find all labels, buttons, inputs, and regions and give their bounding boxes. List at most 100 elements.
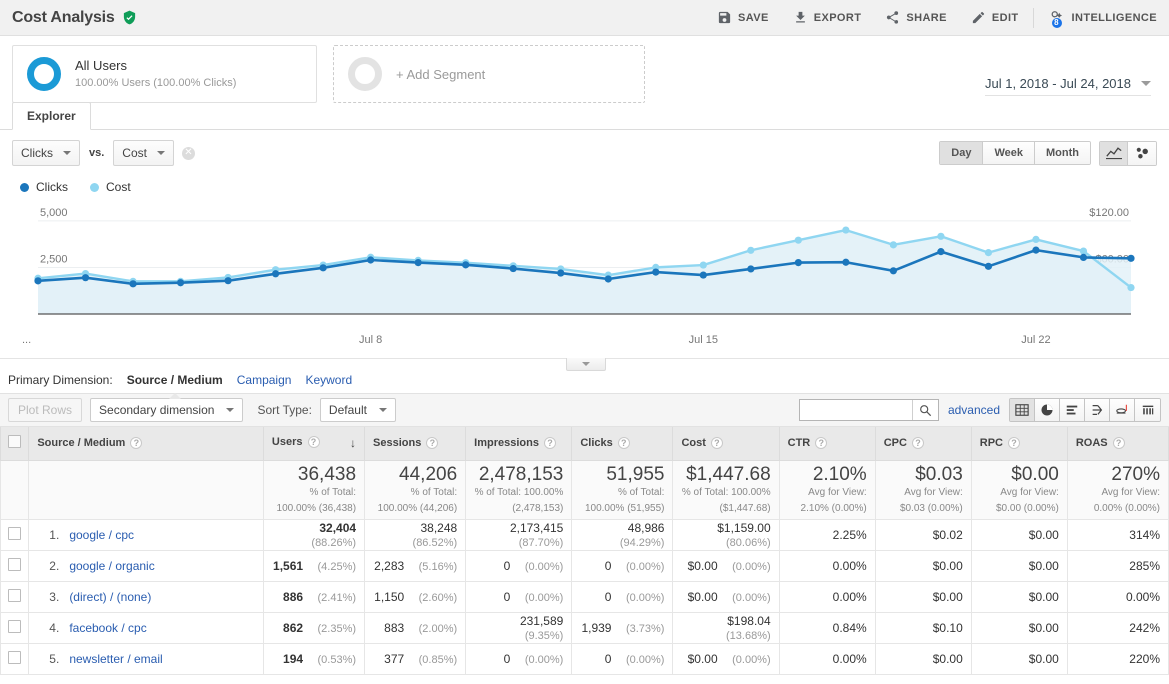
comparison-view-icon[interactable] xyxy=(1110,399,1135,421)
row-cost-cell: $0.00(0.00%) xyxy=(673,551,779,582)
pie-view-icon[interactable] xyxy=(1035,399,1060,421)
date-range-picker[interactable]: Jul 1, 2018 - Jul 24, 2018 xyxy=(985,76,1151,96)
row-impressions-pct: (87.70%) xyxy=(515,537,563,549)
source-medium-link[interactable]: google / organic xyxy=(69,559,154,573)
add-segment-button[interactable]: + Add Segment xyxy=(333,45,645,103)
help-icon[interactable]: ? xyxy=(544,437,556,449)
metric-selector-row: Clicks vs. Cost ✕ Day Week Month xyxy=(0,130,1169,176)
col-header-clicks[interactable]: Clicks? xyxy=(572,427,673,460)
sort-type-dropdown[interactable]: Default xyxy=(320,398,396,422)
motion-chart-icon[interactable] xyxy=(1128,142,1156,165)
advanced-link[interactable]: advanced xyxy=(948,403,1000,417)
granularity-day[interactable]: Day xyxy=(940,142,983,164)
primary-dimension-source-medium[interactable]: Source / Medium xyxy=(127,373,223,387)
row-checkbox[interactable] xyxy=(8,589,21,602)
row-checkbox-cell[interactable] xyxy=(1,520,29,551)
row-checkbox[interactable] xyxy=(8,527,21,540)
secondary-dimension-dropdown[interactable]: Secondary dimension xyxy=(90,398,243,422)
timeline-chart[interactable]: 2,5005,000$60.00$120.00 xyxy=(18,202,1151,332)
col-header-sessions[interactable]: Sessions? xyxy=(365,427,466,460)
row-checkbox-cell[interactable] xyxy=(1,644,29,675)
totals-ctr-cell: 2.10% Avg for View: 2.10% (0.00%) xyxy=(779,460,875,520)
totals-ctr-sub1: Avg for View: xyxy=(788,487,867,500)
save-button[interactable]: SAVE xyxy=(705,0,781,35)
row-checkbox[interactable] xyxy=(8,558,21,571)
col-header-roas[interactable]: ROAS? xyxy=(1067,427,1168,460)
help-icon[interactable]: ? xyxy=(711,437,723,449)
col-header-rpc[interactable]: RPC? xyxy=(971,427,1067,460)
collapse-chevron-icon[interactable] xyxy=(566,358,606,371)
select-all-checkbox[interactable] xyxy=(8,435,21,448)
search-box[interactable] xyxy=(799,399,939,421)
row-impressions-pct: (9.35%) xyxy=(515,630,563,642)
col-header-cpc[interactable]: CPC? xyxy=(875,427,971,460)
row-source-cell: 2.google / organic xyxy=(29,551,264,582)
source-medium-link[interactable]: google / cpc xyxy=(69,528,134,542)
col-header-source-medium[interactable]: Source / Medium? xyxy=(29,427,264,460)
totals-rpc-cell: $0.00 Avg for View: $0.00 (0.00%) xyxy=(971,460,1067,520)
row-ctr-cell: 0.00% xyxy=(779,582,875,613)
table-row[interactable]: 3.(direct) / (none)886(2.41%)1,150(2.60%… xyxy=(1,582,1169,613)
share-button[interactable]: SHARE xyxy=(873,0,959,35)
table-row[interactable]: 5.newsletter / email194(0.53%)377(0.85%)… xyxy=(1,644,1169,675)
remove-metric-icon[interactable]: ✕ xyxy=(182,147,195,160)
primary-dimension-campaign[interactable]: Campaign xyxy=(237,373,292,387)
col-header-impressions[interactable]: Impressions? xyxy=(466,427,572,460)
bar-view-icon[interactable] xyxy=(1060,399,1085,421)
help-icon[interactable]: ? xyxy=(618,437,630,449)
primary-dimension-keyword[interactable]: Keyword xyxy=(305,373,352,387)
row-checkbox[interactable] xyxy=(8,620,21,633)
table-row[interactable]: 1.google / cpc32,404(88.26%)38,248(86.52… xyxy=(1,520,1169,551)
pivot-view-icon[interactable] xyxy=(1135,399,1160,421)
edit-button[interactable]: EDIT xyxy=(959,0,1031,35)
tab-explorer[interactable]: Explorer xyxy=(12,102,91,130)
export-button[interactable]: EXPORT xyxy=(781,0,874,35)
source-medium-link[interactable]: (direct) / (none) xyxy=(69,590,151,604)
metric-2-dropdown[interactable]: Cost xyxy=(113,140,174,166)
share-icon xyxy=(885,10,900,25)
col-header-ctr[interactable]: CTR? xyxy=(779,427,875,460)
row-sessions-pct: (2.60%) xyxy=(409,592,457,604)
share-label: SHARE xyxy=(906,12,947,24)
search-input[interactable] xyxy=(800,400,912,420)
row-users-cell: 862(2.35%) xyxy=(263,613,364,644)
row-checkbox-cell[interactable] xyxy=(1,551,29,582)
help-icon[interactable]: ? xyxy=(1008,437,1020,449)
source-medium-link[interactable]: facebook / cpc xyxy=(69,621,146,635)
select-all-header[interactable] xyxy=(1,427,29,460)
table-view-icon[interactable] xyxy=(1010,399,1035,421)
table-row[interactable]: 4.facebook / cpc862(2.35%)883(2.00%)231,… xyxy=(1,613,1169,644)
help-icon[interactable]: ? xyxy=(426,437,438,449)
row-impressions-cell: 0(0.00%) xyxy=(466,551,572,582)
legend-item-cost[interactable]: Cost xyxy=(90,180,131,194)
row-cost-value: $0.00 xyxy=(688,590,718,604)
row-users-pct: (2.35%) xyxy=(308,623,356,635)
row-checkbox[interactable] xyxy=(8,651,21,664)
col-header-cost[interactable]: Cost? xyxy=(673,427,779,460)
row-checkbox-cell[interactable] xyxy=(1,613,29,644)
line-chart-icon[interactable] xyxy=(1100,142,1128,165)
intelligence-button[interactable]: 8 INTELLIGENCE xyxy=(1036,0,1169,35)
help-icon[interactable]: ? xyxy=(308,436,320,448)
help-icon[interactable]: ? xyxy=(1113,437,1125,449)
granularity-week[interactable]: Week xyxy=(983,142,1035,164)
help-icon[interactable]: ? xyxy=(912,437,924,449)
search-icon[interactable] xyxy=(912,400,938,420)
metric-1-dropdown[interactable]: Clicks xyxy=(12,140,80,166)
segment-all-users[interactable]: All Users 100.00% Users (100.00% Clicks) xyxy=(12,45,317,103)
table-header-row: Source / Medium? Users? ↓ Sessions? Impr… xyxy=(1,427,1169,460)
table-row[interactable]: 2.google / organic1,561(4.25%)2,283(5.16… xyxy=(1,551,1169,582)
help-icon[interactable]: ? xyxy=(130,437,142,449)
help-icon[interactable]: ? xyxy=(815,437,827,449)
col-header-users[interactable]: Users? ↓ xyxy=(263,427,364,460)
row-checkbox-cell[interactable] xyxy=(1,582,29,613)
legend-item-clicks[interactable]: Clicks xyxy=(20,180,68,194)
performance-view-icon[interactable] xyxy=(1085,399,1110,421)
row-cost-pct: (80.06%) xyxy=(723,537,771,549)
row-roas-value: 0.00% xyxy=(1126,590,1160,604)
sort-desc-arrow-icon[interactable]: ↓ xyxy=(350,436,356,450)
source-medium-link[interactable]: newsletter / email xyxy=(69,652,162,666)
save-label: SAVE xyxy=(738,12,769,24)
plot-rows-button[interactable]: Plot Rows xyxy=(8,398,82,422)
granularity-month[interactable]: Month xyxy=(1035,142,1090,164)
